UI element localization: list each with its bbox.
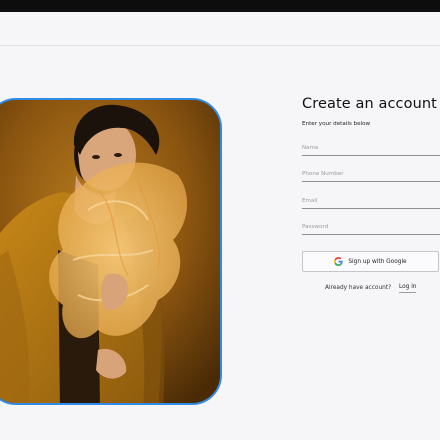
google-signup-button[interactable]: Sign up with Google: [302, 251, 439, 272]
page-subtitle: Enter your details below: [302, 121, 371, 127]
phone-number-field[interactable]: [302, 167, 438, 180]
login-prompt-text: Already have account?: [325, 285, 392, 291]
page-title: Create an account: [302, 96, 437, 112]
name-field[interactable]: [302, 141, 438, 154]
password-field[interactable]: [302, 220, 438, 233]
phone-field-wrapper: [302, 167, 440, 182]
email-field-wrapper: [302, 194, 440, 209]
google-icon: [334, 257, 344, 266]
hero-photo: [0, 98, 222, 405]
header-divider: [0, 45, 440, 46]
top-bar: [0, 0, 440, 12]
login-link[interactable]: Log in: [399, 284, 417, 293]
password-field-wrapper: [302, 220, 440, 235]
name-field-wrapper: [302, 141, 440, 156]
login-prompt-row: Already have account? Log in: [325, 284, 417, 293]
email-field[interactable]: [302, 194, 438, 207]
google-signup-label: Sign up with Google: [348, 258, 407, 265]
